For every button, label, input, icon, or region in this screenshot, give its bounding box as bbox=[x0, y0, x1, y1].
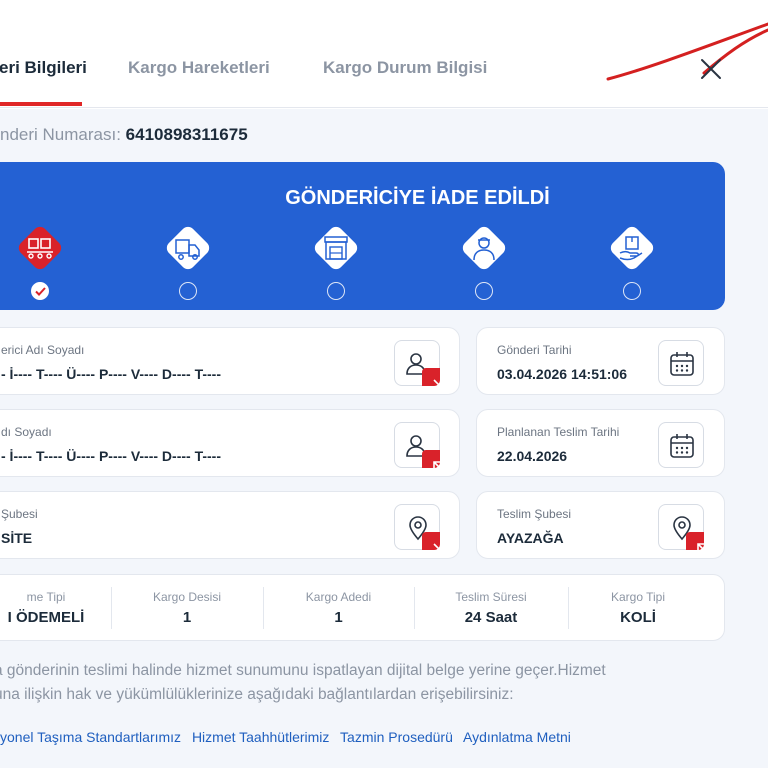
cargo-desi-value: 1 bbox=[182, 609, 192, 626]
step-pending-dot bbox=[623, 282, 641, 300]
red-annotation-stroke bbox=[606, 22, 768, 81]
status-step-3 bbox=[306, 218, 366, 306]
step-pending-dot bbox=[327, 282, 345, 300]
status-step-2 bbox=[158, 218, 218, 306]
status-step-4 bbox=[454, 218, 514, 306]
status-step-5 bbox=[602, 218, 662, 306]
payment-type-value: I ÖDEMELİ bbox=[7, 609, 85, 626]
planned-date-card: Planlanan Teslim Tarihi 22.04.2026 bbox=[476, 409, 725, 477]
arrow-up-left-icon bbox=[697, 543, 707, 553]
cargo-desi-column: Kargo Desisi 1 bbox=[111, 575, 263, 642]
active-tab-indicator bbox=[0, 102, 82, 106]
link-compensation-procedure[interactable]: Tazmin Prosedürü bbox=[340, 729, 453, 745]
origin-branch-label: Şubesi bbox=[1, 507, 38, 521]
planned-date-value: 22.04.2026 bbox=[497, 448, 568, 464]
receiver-value: - İ---- T---- Ü---- P---- V---- D---- T-… bbox=[1, 448, 222, 464]
link-transport-standards[interactable]: yonel Taşıma Standartlarımız bbox=[0, 729, 181, 745]
cargo-type-label: Kargo Tipi bbox=[610, 590, 666, 604]
sender-card: erici Adı Soyadı - İ---- T---- Ü---- P--… bbox=[0, 327, 460, 395]
tracking-number-row: nderi Numarası: 6410898311675 bbox=[0, 125, 248, 145]
delivery-duration-value: 24 Saat bbox=[464, 609, 518, 626]
shipment-details-panel: nderi Numarası: 6410898311675 GÖNDERİCİY… bbox=[0, 109, 768, 768]
hand-package-icon bbox=[606, 222, 658, 274]
send-date-card: Gönderi Tarihi 03.04.2026 14:51:06 bbox=[476, 327, 725, 395]
send-date-label: Gönderi Tarihi bbox=[497, 343, 572, 357]
outgoing-arrow-badge bbox=[422, 368, 443, 389]
policy-links: yonel Taşıma Standartlarımız Hizmet Taah… bbox=[0, 729, 578, 745]
delivery-truck-icon bbox=[162, 222, 214, 274]
courier-icon bbox=[458, 222, 510, 274]
packages-conveyor-icon bbox=[14, 222, 66, 274]
payment-type-column: me Tipi I ÖDEMELİ bbox=[0, 575, 111, 642]
tab-shipment-info[interactable]: eri Bilgileri bbox=[0, 58, 87, 78]
payment-type-label: me Tipi bbox=[26, 590, 66, 604]
incoming-arrow-badge bbox=[422, 450, 443, 471]
cargo-type-column: Kargo Tipi KOLİ bbox=[568, 575, 708, 642]
tracking-number-label: nderi Numarası: bbox=[0, 125, 121, 144]
origin-branch-value: SİTE bbox=[1, 530, 33, 546]
sender-user-icon-box bbox=[394, 340, 443, 389]
delivery-duration-label: Teslim Süresi bbox=[455, 590, 527, 604]
sender-value: - İ---- T---- Ü---- P---- V---- D---- T-… bbox=[1, 366, 222, 382]
delivery-branch-value: AYAZAĞA bbox=[497, 530, 564, 546]
delivery-branch-card: Teslim Şubesi AYAZAĞA bbox=[476, 491, 725, 559]
incoming-arrow-badge bbox=[686, 532, 707, 553]
close-button[interactable] bbox=[698, 56, 724, 82]
receiver-label: dı Soyadı bbox=[1, 425, 52, 439]
cargo-info-bar: me Tipi I ÖDEMELİ Kargo Desisi 1 Kargo A… bbox=[0, 574, 725, 641]
calendar-icon bbox=[670, 434, 694, 458]
cargo-count-value: 1 bbox=[334, 609, 343, 626]
send-date-value: 03.04.2026 14:51:06 bbox=[497, 366, 627, 382]
tab-cargo-movements[interactable]: Kargo Hareketleri bbox=[128, 58, 270, 78]
outgoing-arrow-badge bbox=[422, 532, 443, 553]
arrow-up-left-icon bbox=[433, 461, 443, 471]
link-service-commitments[interactable]: Hizmet Taahhütlerimiz bbox=[192, 729, 329, 745]
legal-note-line-1: a gönderinin teslimi halinde hizmet sunu… bbox=[0, 662, 606, 679]
step-completed-check bbox=[31, 282, 49, 300]
delivery-branch-location-box bbox=[658, 504, 707, 553]
legal-note: a gönderinin teslimi halinde hizmet sunu… bbox=[0, 659, 684, 707]
close-icon bbox=[701, 59, 721, 79]
origin-branch-location-box bbox=[394, 504, 443, 553]
cargo-count-label: Kargo Adedi bbox=[305, 590, 372, 604]
warehouse-icon bbox=[310, 222, 362, 274]
status-card: GÖNDERİCİYE İADE EDİLDİ bbox=[0, 162, 725, 310]
tracking-number-value: 6410898311675 bbox=[125, 125, 248, 144]
status-title: GÖNDERİCİYE İADE EDİLDİ bbox=[285, 187, 550, 209]
calendar-icon bbox=[670, 352, 694, 376]
delivery-branch-label: Teslim Şubesi bbox=[497, 507, 572, 521]
tab-bar: eri Bilgileri Kargo Hareketleri Kargo Du… bbox=[0, 0, 768, 108]
sender-label: erici Adı Soyadı bbox=[1, 343, 85, 357]
planned-date-calendar-box bbox=[658, 422, 704, 468]
planned-date-label: Planlanan Teslim Tarihi bbox=[497, 425, 620, 439]
cargo-count-column: Kargo Adedi 1 bbox=[263, 575, 414, 642]
legal-note-line-2: una ilişkin hak ve yükümlülüklerinize aş… bbox=[0, 686, 514, 703]
arrow-down-right-icon bbox=[433, 543, 443, 553]
receiver-user-icon-box bbox=[394, 422, 443, 471]
status-step-1 bbox=[10, 218, 70, 306]
step-pending-dot bbox=[179, 282, 197, 300]
cargo-type-value: KOLİ bbox=[620, 609, 656, 626]
cargo-desi-label: Kargo Desisi bbox=[152, 590, 222, 604]
receiver-card: dı Soyadı - İ---- T---- Ü---- P---- V---… bbox=[0, 409, 460, 477]
arrow-down-right-icon bbox=[433, 379, 443, 389]
link-privacy-notice[interactable]: Aydınlatma Metni bbox=[463, 729, 571, 745]
origin-branch-card: Şubesi SİTE bbox=[0, 491, 460, 559]
tab-cargo-status[interactable]: Kargo Durum Bilgisi bbox=[323, 58, 487, 78]
step-pending-dot bbox=[475, 282, 493, 300]
check-icon bbox=[35, 287, 46, 296]
delivery-duration-column: Teslim Süresi 24 Saat bbox=[414, 575, 568, 642]
send-date-calendar-box bbox=[658, 340, 704, 386]
